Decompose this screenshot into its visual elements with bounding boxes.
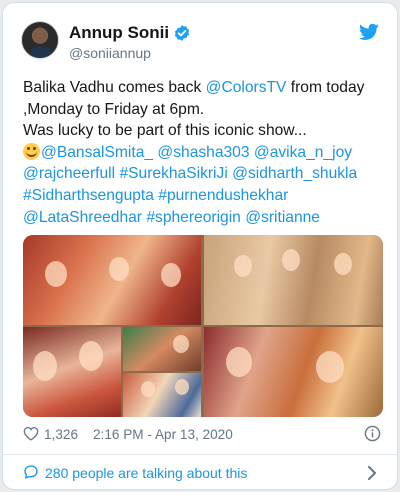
avatar[interactable] <box>21 21 59 59</box>
cast-photo-smiling-couple[interactable] <box>204 327 383 417</box>
tweet-text-segment: Balika Vadhu comes back <box>23 79 206 96</box>
tweet-media-collage[interactable] <box>23 235 383 417</box>
mention-link[interactable]: @BansalSmita_ <box>41 144 153 161</box>
mention-link[interactable]: @LataShreedhar <box>23 209 142 226</box>
heart-icon[interactable] <box>23 426 39 441</box>
tweet-text-segment: Was lucky to be part of this iconic show… <box>23 122 307 140</box>
tweet-timestamp[interactable]: 2:16 PM - Apr 13, 2020 <box>93 427 233 442</box>
tweet-header: Annup Sonii @soniiannup <box>21 21 381 65</box>
cast-photo-group-blue[interactable] <box>123 373 201 417</box>
tweet-text-segment: from today <box>286 79 365 96</box>
mention-link[interactable]: @sritianne <box>245 209 320 226</box>
smiling-face-icon <box>23 142 40 160</box>
tweet-line: #Sidharthsengupta #purnendushekhar <box>23 185 383 207</box>
cast-photo-family[interactable] <box>204 235 383 325</box>
conversation-link[interactable]: 280 people are talking about this <box>3 455 397 489</box>
hashtag-link[interactable]: #purnendushekhar <box>158 187 288 204</box>
like-count[interactable]: 1,326 <box>44 427 78 442</box>
mention-link[interactable]: @avika_n_joy <box>254 144 352 161</box>
tweet-line: Was lucky to be part of this iconic show… <box>23 120 383 142</box>
info-icon[interactable] <box>364 425 381 442</box>
cast-photo-group-green[interactable] <box>123 327 201 371</box>
tweet-line: ,Monday to Friday at 6pm. <box>23 99 383 121</box>
mention-link[interactable]: @shasha303 <box>157 144 249 161</box>
tweet-meta: 1,326 2:16 PM - Apr 13, 2020 <box>23 423 383 447</box>
cast-photo-bride-groom[interactable] <box>23 327 121 417</box>
mention-link[interactable]: @rajcheerfull <box>23 165 115 182</box>
tweet-line: Balika Vadhu comes back @ColorsTV from t… <box>23 77 383 99</box>
tweet-line: @BansalSmita_ @shasha303 @avika_n_joy <box>23 142 383 164</box>
tweet-text: Balika Vadhu comes back @ColorsTV from t… <box>23 77 383 228</box>
hashtag-link[interactable]: #Sidharthsengupta <box>23 187 154 204</box>
chevron-right-icon[interactable] <box>367 466 377 480</box>
tweet-card: Annup Sonii @soniiannup Balika Vadhu com… <box>2 2 398 490</box>
conversation-label[interactable]: 280 people are talking about this <box>45 465 247 481</box>
mention-link[interactable]: @sidharth_shukla <box>232 165 357 182</box>
author-handle[interactable]: @soniiannup <box>69 45 151 61</box>
cast-photo-couple[interactable] <box>23 235 201 325</box>
mention-link[interactable]: @ColorsTV <box>206 79 287 96</box>
verified-badge-icon <box>174 25 190 41</box>
twitter-bird-icon[interactable] <box>359 23 379 41</box>
tweet-text-segment: ,Monday to Friday at 6pm. <box>23 100 205 118</box>
tweet-line: @rajcheerfull #SurekhaSikriJi @sidharth_… <box>23 163 383 185</box>
tweet-line: @LataShreedhar #sphereorigin @sritianne <box>23 207 383 229</box>
speech-bubble-icon <box>24 465 38 479</box>
hashtag-link[interactable]: #SurekhaSikriJi <box>119 165 227 182</box>
hashtag-link[interactable]: #sphereorigin <box>146 209 241 226</box>
author-name[interactable]: Annup Sonii <box>69 23 169 43</box>
